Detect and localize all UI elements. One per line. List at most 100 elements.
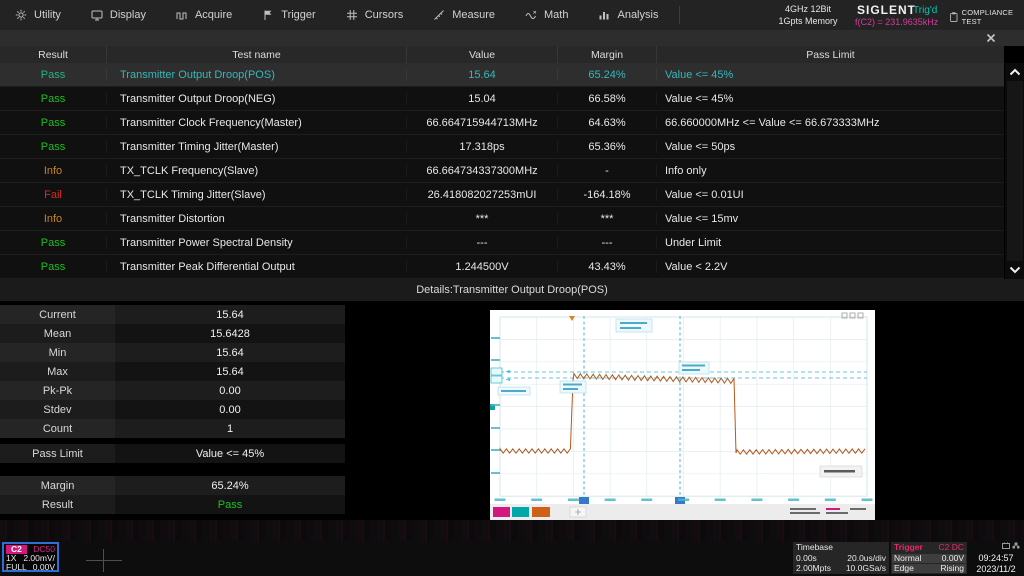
measure-icon (433, 9, 445, 21)
pass-limit-cell: Value <= 45% (656, 92, 1004, 105)
results-table-header: Result Test name Value Margin Pass Limit (0, 46, 1004, 63)
menu-item[interactable]: Acquire (161, 0, 247, 30)
header-pass-limit: Pass Limit (656, 46, 1004, 63)
scrollbar-thumb[interactable] (1007, 81, 1023, 261)
test-name-cell: TX_TCLK Timing Jitter(Slave) (106, 188, 406, 201)
stat-label: Current (0, 305, 115, 324)
x-axis-micro-labels (494, 498, 873, 501)
table-row[interactable]: Pass Transmitter Peak Differential Outpu… (0, 255, 1004, 279)
scroll-down-icon[interactable] (1005, 261, 1024, 279)
vertical-cursor-lines (583, 316, 681, 504)
stat-label: Pk-Pk (0, 381, 115, 400)
pass-limit-cell: 66.660000MHz <= Value <= 66.673333MHz (656, 116, 1004, 129)
acquire-status-box (819, 465, 863, 478)
menu-item[interactable]: Math (510, 0, 583, 30)
menu-item[interactable]: Utility (0, 0, 76, 30)
stat-value: Value <= 45% (195, 447, 265, 460)
bottom-status-bar: C2 DC50 1X 2.00mV/ FULL 0.00V Timebase 0… (0, 541, 1024, 576)
cursor-annotation-boxes (497, 318, 710, 396)
header-result: Result (38, 48, 68, 61)
table-row[interactable]: Pass Transmitter Clock Frequency(Master)… (0, 111, 1004, 135)
stat-label: Result (0, 495, 115, 514)
stat-row: Stdev 0.00 (0, 400, 345, 419)
value-cell: 17.318ps (406, 140, 557, 153)
stat-row: Min 15.64 (0, 343, 345, 362)
stat-value: 15.6428 (210, 327, 250, 340)
clock-date: 2023/11/2 (976, 564, 1016, 574)
timebase-delay: 0.00s (796, 552, 817, 563)
menu-item-label: Cursors (364, 9, 404, 21)
table-row[interactable]: Pass Transmitter Output Droop(NEG) 15.04… (0, 87, 1004, 111)
pass-limit-cell: Under Limit (656, 236, 1004, 249)
clock-panel[interactable]: 09:24:57 2023/11/2 (969, 541, 1023, 575)
math-icon (525, 9, 537, 21)
margin-cell: 65.24% (557, 68, 656, 81)
trigger-position-marker (569, 316, 575, 321)
test-name-cell: Transmitter Timing Jitter(Master) (106, 140, 406, 153)
analysis-icon (598, 9, 610, 21)
table-row[interactable]: Pass Transmitter Output Droop(POS) 15.64… (0, 63, 1004, 87)
stat-value: 0.00 (219, 384, 241, 397)
trigger-panel[interactable]: Trigger C2 DC Normal 0.00V Edge Rising (891, 542, 967, 574)
trigger-flag-icon (262, 9, 274, 21)
timebase-panel[interactable]: Timebase 0.00s 20.0us/div 2.00Mpts 10.0G… (793, 542, 889, 574)
margin-cell: -164.18% (557, 188, 656, 201)
thumbnail-grid (499, 316, 868, 497)
table-row[interactable]: Pass Transmitter Timing Jitter(Master) 1… (0, 135, 1004, 159)
stat-label: Min (0, 343, 115, 362)
trigger-label: Trigger (894, 542, 923, 552)
brand-logo: SIGLENT (857, 3, 917, 17)
add-channel-crosshair[interactable] (86, 560, 122, 561)
table-scrollbar[interactable] (1004, 63, 1024, 279)
close-icon[interactable] (984, 32, 998, 44)
value-cell: 1.244500V (406, 260, 557, 273)
lan-icon (1012, 542, 1020, 549)
result-cell: Info (43, 164, 63, 177)
details-title: Details:Transmitter Output Droop(POS) (0, 279, 1024, 301)
test-name-cell: Transmitter Output Droop(NEG) (106, 92, 406, 105)
pass-limit-cell: Value <= 0.01UI (656, 188, 1004, 201)
menu-item[interactable]: Trigger (247, 0, 330, 30)
dimmed-background-band (0, 520, 1024, 541)
stat-label: Count (0, 419, 115, 438)
menu-divider (679, 6, 681, 24)
stat-value: 0.00 (219, 403, 241, 416)
result-cell: Info (43, 212, 63, 225)
stat-value: 1 (226, 422, 234, 435)
scroll-up-icon[interactable] (1005, 63, 1024, 81)
pass-limit-cell: Value <= 50ps (656, 140, 1004, 153)
margin-cell: *** (557, 212, 656, 225)
channel-bandwidth: FULL (6, 562, 27, 572)
clipboard-icon (950, 12, 958, 22)
stat-label: Margin (0, 476, 115, 495)
margin-cell: 43.43% (557, 260, 656, 273)
menu-item[interactable]: Measure (418, 0, 510, 30)
menu-item[interactable]: Display (76, 0, 161, 30)
channel-descriptor-c2[interactable]: C2 DC50 1X 2.00mV/ FULL 0.00V (2, 542, 59, 572)
trigger-source: C2 DC (938, 542, 964, 552)
menu-bar: Utility Display Acquire Trigger Cursors … (0, 0, 1024, 31)
frequency-counter: f(C2) = 231.9635kHz (855, 17, 939, 27)
menu-item[interactable]: Cursors (331, 0, 419, 30)
display-icon (91, 9, 103, 21)
stat-value: 65.24% (211, 479, 249, 492)
pass-limit-cell: Value <= 45% (656, 68, 1004, 81)
pass-limit-cell: Info only (656, 164, 1004, 177)
header-margin: Margin (557, 46, 656, 63)
table-row[interactable]: Info Transmitter Distortion *** *** Valu… (0, 207, 1004, 231)
table-row[interactable]: Fail TX_TCLK Timing Jitter(Slave) 26.418… (0, 183, 1004, 207)
table-row[interactable]: Pass Transmitter Power Spectral Density … (0, 231, 1004, 255)
menu-item-label: Display (109, 9, 146, 21)
bandwidth-label: 4GHz 12Bit (784, 4, 832, 14)
test-name-cell: Transmitter Clock Frequency(Master) (106, 116, 406, 129)
value-cell: 66.664734337300MHz (406, 164, 557, 177)
test-name-cell: Transmitter Power Spectral Density (106, 236, 406, 249)
stat-value: 15.64 (216, 365, 244, 378)
stat-row: Pk-Pk 0.00 (0, 381, 345, 400)
table-row[interactable]: Info TX_TCLK Frequency(Slave) 66.6647343… (0, 159, 1004, 183)
menu-item-label: Acquire (194, 9, 233, 21)
trigger-mode: Normal (894, 552, 922, 563)
stat-label: Mean (0, 324, 115, 343)
compliance-test-button[interactable]: COMPLIANCE TEST (950, 8, 1024, 26)
menu-item[interactable]: Analysis (583, 0, 673, 30)
